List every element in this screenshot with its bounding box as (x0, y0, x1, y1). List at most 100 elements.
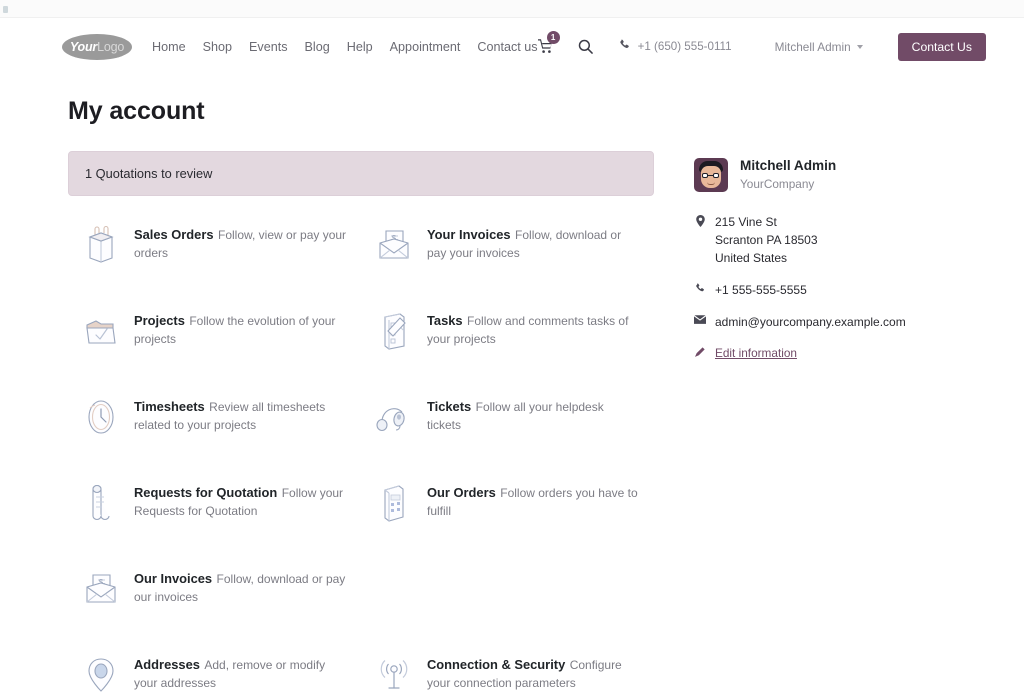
card-title: Our Invoices (134, 571, 212, 586)
card-title: Tickets (427, 399, 471, 414)
main-column: 1 Quotations to review (68, 151, 654, 692)
envelope-icon (694, 313, 706, 325)
card-addresses[interactable]: Addresses Add, remove or modify your add… (68, 652, 361, 692)
nav-item-help[interactable]: Help (347, 40, 373, 54)
phone-icon (694, 281, 706, 294)
address-line-3: United States (715, 251, 787, 265)
profile-company: YourCompany (740, 177, 814, 191)
headset-icon (373, 394, 415, 440)
invoice-envelope-icon: $ (373, 222, 415, 268)
nav-item-appointment[interactable]: Appointment (390, 40, 461, 54)
card-connection-security[interactable]: Connection & Security Configure your con… (361, 652, 654, 692)
page-title: My account (68, 97, 968, 126)
card-title: Tasks (427, 313, 463, 328)
location-pin-icon (694, 213, 706, 227)
nav-item-contact-us[interactable]: Contact us (477, 40, 537, 54)
card-our-orders[interactable]: Our Orders Follow orders you have to ful… (361, 480, 654, 538)
card-text: Addresses Add, remove or modify your add… (134, 652, 347, 692)
card-title: Our Orders (427, 485, 496, 500)
profile-phone-number: +1 555-555-5555 (715, 281, 807, 299)
main-navigation: Home Shop Events Blog Help Appointment C… (152, 40, 538, 54)
card-text: Tickets Follow all your helpdesk tickets (427, 394, 640, 435)
profile-address: 215 Vine St Scranton PA 18503 United Sta… (694, 213, 994, 267)
cart-count-badge: 1 (547, 31, 560, 44)
card-title: Sales Orders (134, 227, 214, 242)
profile-phone: +1 555-555-5555 (694, 281, 994, 299)
card-title: Requests for Quotation (134, 485, 277, 500)
user-menu[interactable]: Mitchell Admin (775, 40, 863, 54)
page-body: My account 1 Quotations to review (0, 75, 1024, 692)
card-text: Our Orders Follow orders you have to ful… (427, 480, 640, 521)
card-timesheets[interactable]: Timesheets Review all timesheets related… (68, 394, 361, 452)
account-links-grid: Sales Orders Follow, view or pay your or… (68, 222, 654, 692)
profile-email: admin@yourcompany.example.com (694, 313, 994, 331)
quotations-alert-banner[interactable]: 1 Quotations to review (68, 151, 654, 196)
card-title: Connection & Security (427, 657, 565, 672)
card-text: Requests for Quotation Follow your Reque… (134, 480, 347, 521)
folder-check-icon (80, 308, 122, 354)
card-title: Your Invoices (427, 227, 511, 242)
card-text: Tasks Follow and comments tasks of your … (427, 308, 640, 349)
profile-name: Mitchell Admin (740, 158, 836, 173)
nav-item-blog[interactable]: Blog (305, 40, 330, 54)
avatar-glasses-right (713, 173, 719, 178)
map-pin-icon (80, 652, 122, 692)
nav-item-home[interactable]: Home (152, 40, 186, 54)
header-actions: 1 +1 (650) 555-0111 Mitchell Admin Conta… (538, 33, 1024, 61)
browser-edge-nub (3, 6, 8, 13)
edit-information-link[interactable]: Edit information (694, 345, 994, 363)
card-title: Timesheets (134, 399, 205, 414)
card-title: Projects (134, 313, 185, 328)
page-container: My account 1 Quotations to review (0, 97, 1024, 692)
site-logo[interactable]: YourLogo (62, 34, 132, 60)
profile-header: Mitchell Admin YourCompany (694, 157, 994, 193)
card-requests-for-quotation[interactable]: Requests for Quotation Follow your Reque… (68, 480, 361, 538)
chevron-down-icon (857, 45, 863, 49)
card-text: Your Invoices Follow, download or pay yo… (427, 222, 640, 263)
cart-button[interactable]: 1 (538, 39, 554, 55)
card-your-invoices[interactable]: $ Your Invoices Follow, download or pay … (361, 222, 654, 280)
invoice-envelope-icon: $ (80, 566, 122, 612)
shopping-bag-icon (80, 222, 122, 268)
scroll-document-icon (80, 480, 122, 526)
card-tickets[interactable]: Tickets Follow all your helpdesk tickets (361, 394, 654, 452)
avatar (694, 158, 728, 192)
card-text: Timesheets Review all timesheets related… (134, 394, 347, 435)
profile-sidebar: Mitchell Admin YourCompany 215 Vine St S… (694, 151, 994, 377)
card-tasks[interactable]: Tasks Follow and comments tasks of your … (361, 308, 654, 366)
edit-information-label: Edit information (715, 345, 797, 363)
pencil-icon (694, 345, 706, 357)
logo-text-secondary: Logo (97, 40, 124, 54)
phone-icon (619, 39, 631, 54)
nav-item-events[interactable]: Events (249, 40, 288, 54)
card-title: Addresses (134, 657, 200, 672)
search-button[interactable] (578, 39, 593, 54)
search-icon (578, 39, 593, 54)
task-clipboard-icon (373, 308, 415, 354)
profile-email-address: admin@yourcompany.example.com (715, 313, 906, 331)
browser-chrome-strip (0, 0, 1024, 18)
calculator-icon (373, 480, 415, 526)
nav-item-shop[interactable]: Shop (203, 40, 232, 54)
clock-icon (80, 394, 122, 440)
profile-names: Mitchell Admin YourCompany (740, 157, 836, 193)
profile-address-lines: 215 Vine St Scranton PA 18503 United Sta… (715, 213, 818, 267)
card-text: Connection & Security Configure your con… (427, 652, 640, 692)
address-line-1: 215 Vine St (715, 215, 777, 229)
avatar-glasses-bridge (708, 175, 713, 176)
contact-us-button[interactable]: Contact Us (898, 33, 986, 61)
user-menu-label: Mitchell Admin (775, 40, 851, 54)
card-sales-orders[interactable]: Sales Orders Follow, view or pay your or… (68, 222, 361, 280)
card-text: Sales Orders Follow, view or pay your or… (134, 222, 347, 263)
card-projects[interactable]: Projects Follow the evolution of your pr… (68, 308, 361, 366)
card-text: Projects Follow the evolution of your pr… (134, 308, 347, 349)
card-text: Our Invoices Follow, download or pay our… (134, 566, 347, 607)
signal-antenna-icon (373, 652, 415, 692)
card-our-invoices[interactable]: $ Our Invoices Follow, download or pay o… (68, 566, 361, 624)
content-layout: 1 Quotations to review (68, 151, 968, 692)
logo-text-primary: Your (70, 40, 97, 54)
card-spacer (361, 566, 654, 624)
site-header: YourLogo Home Shop Events Blog Help Appo… (0, 18, 1024, 75)
header-phone[interactable]: +1 (650) 555-0111 (619, 39, 732, 54)
address-line-2: Scranton PA 18503 (715, 233, 818, 247)
